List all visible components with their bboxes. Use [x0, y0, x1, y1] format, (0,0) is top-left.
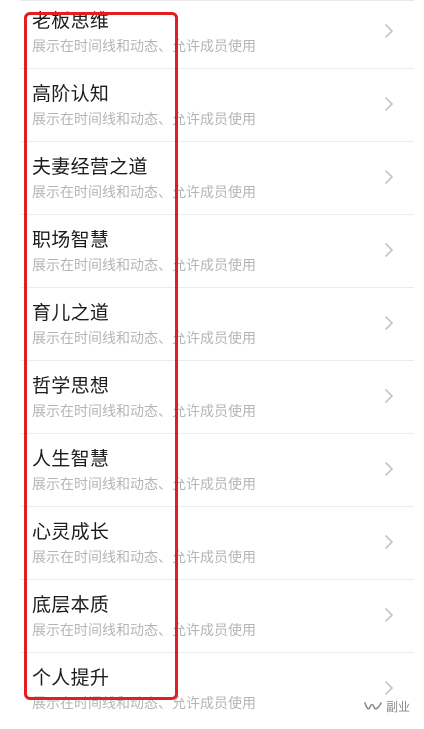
- item-title: 夫妻经营之道: [32, 156, 148, 178]
- chevron-right-icon: [385, 389, 393, 403]
- list-item[interactable]: 职场智慧 展示在时间线和动态、允许成员使用: [20, 215, 414, 288]
- item-title: 人生智慧: [32, 448, 110, 470]
- chevron-right-icon: [385, 462, 393, 476]
- list-item[interactable]: 育儿之道 展示在时间线和动态、允许成员使用: [20, 288, 414, 361]
- watermark-text: 副业: [385, 700, 410, 714]
- chevron-right-icon: [385, 170, 393, 184]
- item-title: 底层本质: [32, 594, 110, 616]
- item-title: 高阶认知: [32, 83, 110, 105]
- list-item[interactable]: 底层本质 展示在时间线和动态、允许成员使用: [20, 580, 414, 653]
- list-item[interactable]: 哲学思想 展示在时间线和动态、允许成员使用: [20, 361, 414, 434]
- list-item[interactable]: 人生智慧 展示在时间线和动态、允许成员使用: [20, 434, 414, 507]
- item-subtitle: 展示在时间线和动态、允许成员使用: [32, 258, 256, 274]
- item-title: 哲学思想: [32, 375, 110, 397]
- item-title: 育儿之道: [32, 302, 110, 324]
- list-item[interactable]: 老板思维 展示在时间线和动态、允许成员使用: [20, 0, 414, 69]
- item-title: 职场智慧: [32, 229, 110, 251]
- item-title: 老板思维: [32, 10, 110, 32]
- watermark: 副业: [364, 698, 410, 715]
- chevron-right-icon: [385, 97, 393, 111]
- chevron-right-icon: [385, 24, 393, 38]
- item-subtitle: 展示在时间线和动态、允许成员使用: [32, 477, 256, 493]
- chevron-right-icon: [385, 681, 393, 695]
- list-item[interactable]: 夫妻经营之道 展示在时间线和动态、允许成员使用: [20, 142, 414, 215]
- list-item[interactable]: 高阶认知 展示在时间线和动态、允许成员使用: [20, 69, 414, 142]
- item-subtitle: 展示在时间线和动态、允许成员使用: [32, 112, 256, 128]
- item-title: 心灵成长: [32, 521, 110, 543]
- chevron-right-icon: [385, 535, 393, 549]
- item-subtitle: 展示在时间线和动态、允许成员使用: [32, 39, 256, 55]
- item-title: 个人提升: [32, 667, 110, 689]
- list-item[interactable]: 个人提升 展示在时间线和动态、允许成员使用: [20, 653, 414, 726]
- item-subtitle: 展示在时间线和动态、允许成员使用: [32, 404, 256, 420]
- chevron-right-icon: [385, 243, 393, 257]
- item-subtitle: 展示在时间线和动态、允许成员使用: [32, 331, 256, 347]
- item-subtitle: 展示在时间线和动态、允许成员使用: [32, 696, 256, 712]
- item-subtitle: 展示在时间线和动态、允许成员使用: [32, 623, 256, 639]
- wechat-channel-icon: [364, 701, 382, 710]
- item-subtitle: 展示在时间线和动态、允许成员使用: [32, 185, 256, 201]
- chevron-right-icon: [385, 316, 393, 330]
- list-item[interactable]: 心灵成长 展示在时间线和动态、允许成员使用: [20, 507, 414, 580]
- item-subtitle: 展示在时间线和动态、允许成员使用: [32, 550, 256, 566]
- chevron-right-icon: [385, 608, 393, 622]
